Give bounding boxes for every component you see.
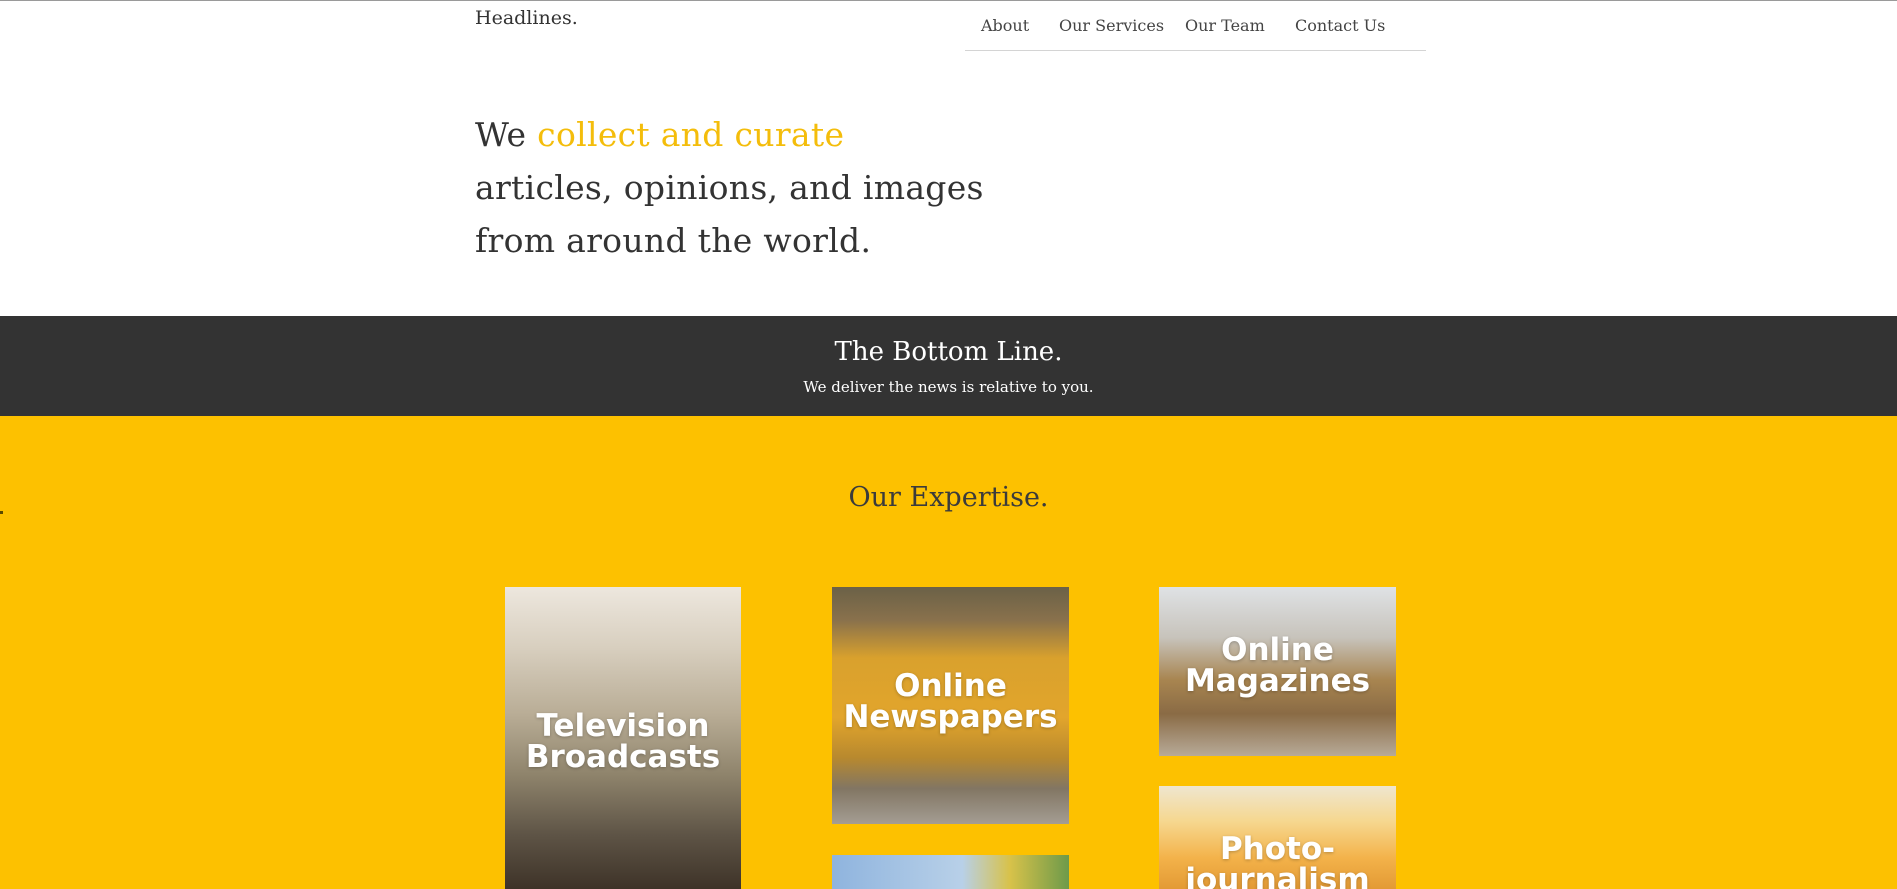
site-logo[interactable]: Headlines. [475,7,578,29]
hero-lead: We [475,115,538,154]
card-partial-image[interactable] [832,855,1069,889]
card-online-newspapers[interactable]: Online Newspapers [832,587,1069,824]
nav-our-services[interactable]: Our Services [1059,16,1164,35]
nav-contact-us[interactable]: Contact Us [1295,16,1385,35]
expertise-title: Our Expertise. [848,482,1049,513]
hero-accent: collect and curate [537,115,845,154]
card-label-line: Online [1221,632,1334,668]
card-label-line: Newspapers [843,699,1058,735]
card-label: Photo- journalism [1159,834,1396,889]
bottom-line-title: The Bottom Line. [834,337,1063,367]
card-label-line: Broadcasts [525,739,721,775]
decorative-dot [0,511,3,514]
top-border [0,0,1897,1]
card-label: Online Magazines [1159,635,1396,697]
card-label-line: Photo- [1219,831,1336,867]
hero-line-3: from around the world. [475,221,872,260]
card-online-magazines[interactable]: Online Magazines [1159,587,1396,756]
card-label-line: journalism [1185,862,1370,889]
main-nav: About Our Services Our Team Contact Us [965,0,1426,51]
nav-about[interactable]: About [981,16,1029,35]
hero-line-2: articles, opinions, and images [475,168,984,207]
bottom-line-band: The Bottom Line. We deliver the news is … [0,316,1897,416]
hero-line-1: We collect and curate [475,108,984,161]
nav-our-team[interactable]: Our Team [1185,16,1265,35]
card-television-broadcasts[interactable]: Television Broadcasts [505,587,741,889]
bottom-line-subtitle: We deliver the news is relative to you. [803,378,1094,396]
card-photo-journalism[interactable]: Photo- journalism [1159,786,1396,889]
card-label-line: Television [536,708,710,744]
card-label-line: Magazines [1184,663,1371,699]
card-label: Television Broadcasts [505,711,741,773]
card-label: Online Newspapers [832,671,1069,733]
hero-statement: We collect and curate articles, opinions… [475,108,984,267]
card-label-line: Online [894,668,1007,704]
